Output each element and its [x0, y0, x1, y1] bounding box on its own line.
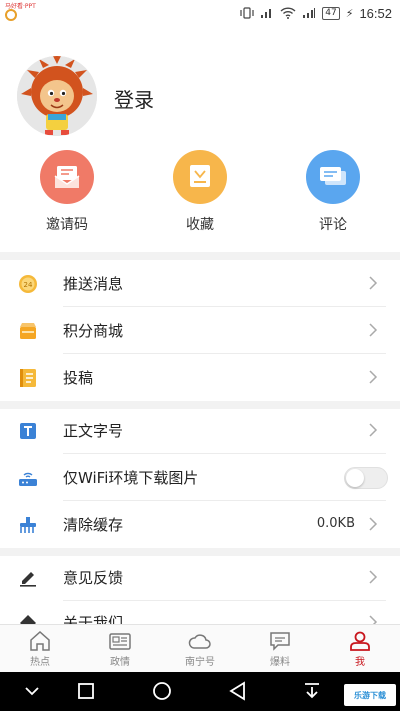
- points-mall-row[interactable]: 积分商城: [0, 307, 400, 354]
- charging-icon: ⚡: [345, 6, 354, 20]
- system-nav-bar: 乐游下载: [0, 672, 400, 711]
- avatar[interactable]: [17, 56, 97, 136]
- clear-cache-row[interactable]: 清除缓存 0.0KB: [0, 501, 400, 548]
- notebook-icon: [18, 368, 38, 388]
- points-mall-label: 积分商城: [63, 322, 124, 340]
- tab-hot[interactable]: 热点: [0, 625, 80, 673]
- font-size-row[interactable]: 正文字号: [0, 407, 400, 454]
- download-site-watermark: 乐游下载: [344, 684, 396, 706]
- comments-label: 评论: [319, 217, 347, 233]
- bookmark-icon: [190, 165, 210, 187]
- tab-nanning[interactable]: 南宁号: [160, 625, 240, 673]
- chevron-right-icon: [369, 615, 378, 624]
- favorites-circle: [173, 150, 227, 204]
- hide-nav-icon[interactable]: [20, 680, 44, 702]
- chevron-right-icon: [369, 423, 378, 437]
- comment-icon: [320, 167, 346, 185]
- badge-24-icon: 24: [18, 274, 38, 294]
- chevron-right-icon: [369, 370, 378, 384]
- invite-circle: [40, 150, 94, 204]
- newspaper-icon: [109, 633, 131, 650]
- app-notification-icon: [5, 9, 17, 21]
- section-gap: [0, 252, 400, 260]
- submit-article-label: 投稿: [63, 369, 94, 387]
- text-size-icon: [18, 421, 38, 441]
- favorites-button[interactable]: 收藏: [155, 150, 245, 234]
- router-icon: [18, 468, 38, 488]
- home-icon: [30, 630, 50, 651]
- bottom-tab-bar: 热点 政情 南宁号 爆料 我: [0, 624, 400, 672]
- envelope-icon: [54, 166, 80, 188]
- clear-cache-label: 清除缓存: [63, 516, 124, 534]
- notification-pull-icon[interactable]: [300, 680, 324, 702]
- chevron-right-icon: [369, 323, 378, 337]
- chevron-right-icon: [369, 517, 378, 531]
- login-link[interactable]: 登录: [114, 84, 154, 113]
- quick-actions: 邀请码 收藏 评论: [0, 150, 400, 250]
- status-time: 16:52: [359, 5, 392, 21]
- back-icon[interactable]: [226, 680, 250, 702]
- battery-icon: 47: [322, 6, 340, 20]
- push-messages-label: 推送消息: [63, 275, 124, 293]
- submit-article-row[interactable]: 投稿: [0, 354, 400, 401]
- signal-icon: [261, 9, 272, 18]
- favorites-label: 收藏: [186, 217, 214, 233]
- status-right: 47 ⚡ 16:52: [240, 4, 392, 22]
- comments-circle: [306, 150, 360, 204]
- invite-code-button[interactable]: 邀请码: [22, 150, 112, 234]
- cloud-icon: [188, 634, 211, 649]
- lion-avatar-icon: [17, 56, 97, 136]
- comments-button[interactable]: 评论: [288, 150, 378, 234]
- wifi-images-toggle[interactable]: [344, 467, 388, 489]
- status-left: 马好看·PPT: [2, 1, 36, 21]
- tab-politics-label: 政情: [110, 657, 130, 668]
- cache-size: 0.0KB: [316, 516, 355, 531]
- wifi-icon: [280, 7, 296, 19]
- invite-code-label: 邀请码: [46, 217, 88, 233]
- chevron-right-icon: [369, 570, 378, 584]
- pencil-icon: [18, 568, 38, 588]
- vibrate-icon: [240, 7, 254, 19]
- tab-hot-label: 热点: [30, 657, 50, 668]
- toggle-knob: [346, 469, 364, 487]
- wifi-images-row: 仅WiFi环境下载图片: [0, 454, 400, 501]
- font-size-label: 正文字号: [63, 422, 124, 440]
- profile-header[interactable]: 登录: [0, 56, 400, 136]
- tab-politics[interactable]: 政情: [80, 625, 160, 673]
- feedback-label: 意见反馈: [63, 569, 124, 587]
- tab-tips[interactable]: 爆料: [240, 625, 320, 673]
- store-icon: [18, 321, 38, 341]
- tab-me-label: 我: [355, 657, 365, 668]
- status-bar: 马好看·PPT 47 ⚡ 16:52: [0, 0, 400, 26]
- cellular-icon: [303, 8, 316, 18]
- home-button-icon[interactable]: [150, 680, 174, 702]
- about-us-row[interactable]: 关于我们: [0, 601, 400, 624]
- wifi-images-label: 仅WiFi环境下载图片: [63, 469, 199, 487]
- info-icon: [18, 613, 38, 624]
- chevron-right-icon: [369, 276, 378, 290]
- push-messages-row[interactable]: 24 推送消息: [0, 260, 400, 307]
- feedback-row[interactable]: 意见反馈: [0, 554, 400, 601]
- tab-tips-label: 爆料: [270, 657, 290, 668]
- tab-nanning-label: 南宁号: [185, 657, 215, 668]
- svg-text:24: 24: [24, 281, 33, 289]
- person-icon: [350, 631, 370, 651]
- broom-icon: [18, 515, 38, 535]
- about-us-label: 关于我们: [63, 614, 124, 624]
- recent-apps-icon[interactable]: [74, 680, 98, 702]
- tab-me[interactable]: 我: [320, 625, 400, 673]
- chat-icon: [270, 632, 290, 651]
